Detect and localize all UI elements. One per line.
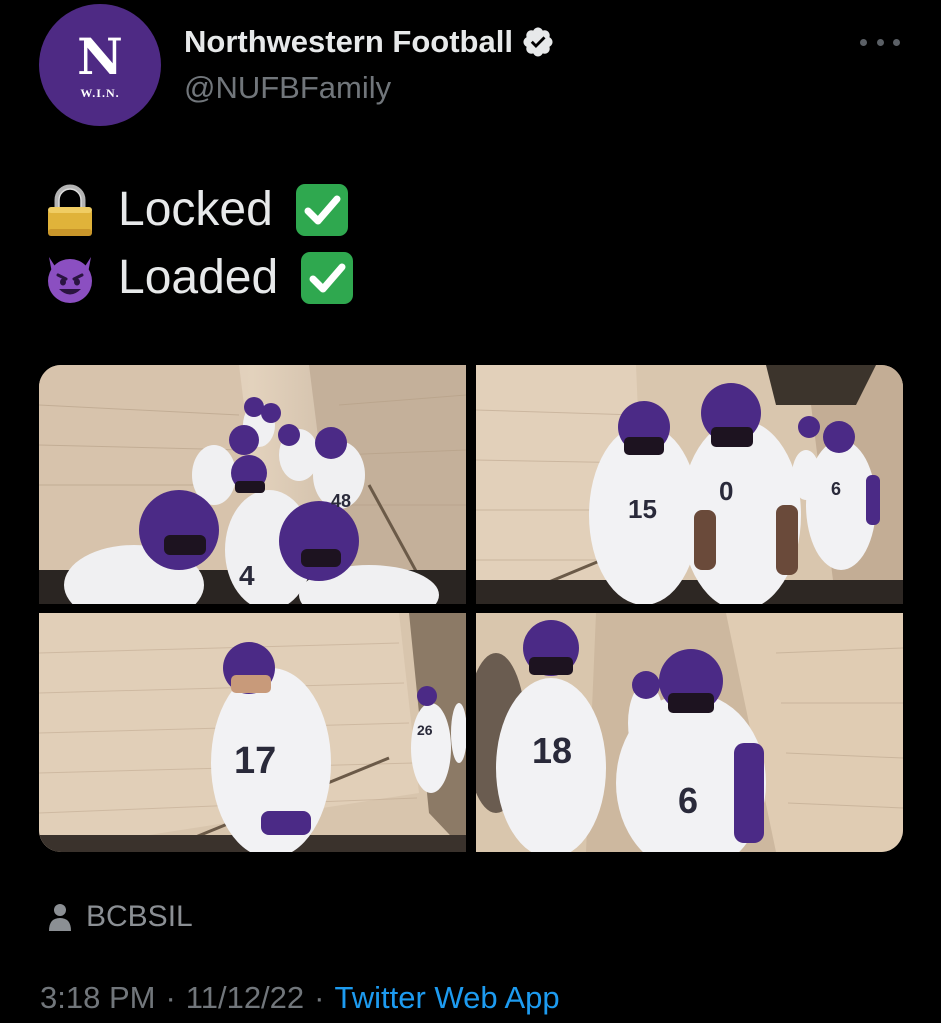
svg-text:17: 17 bbox=[234, 740, 276, 782]
players-tunnel-photo: 17 26 bbox=[39, 613, 466, 852]
svg-text:15: 15 bbox=[628, 494, 657, 524]
avatar-subtitle: W.I.N. bbox=[80, 85, 120, 100]
tweet-time[interactable]: 3:18 PM bbox=[40, 980, 155, 1016]
svg-text:48: 48 bbox=[331, 491, 351, 511]
more-options-button[interactable] bbox=[860, 30, 900, 54]
green-check-icon bbox=[295, 184, 348, 236]
tweet-text-line: Locked bbox=[44, 182, 349, 238]
lock-icon bbox=[48, 184, 92, 236]
green-check-icon bbox=[301, 252, 354, 304]
more-dot-icon bbox=[860, 38, 867, 46]
tagged-user-label: BCBSIL bbox=[86, 900, 193, 933]
svg-text:26: 26 bbox=[417, 722, 433, 738]
meta-separator: · bbox=[165, 980, 176, 1015]
svg-text:6: 6 bbox=[831, 479, 841, 499]
media-photo-4[interactable]: 18 6 bbox=[476, 613, 903, 852]
players-tunnel-photo: 15 0 6 bbox=[476, 365, 903, 604]
author-display-name[interactable]: Northwestern Football bbox=[184, 24, 513, 60]
avatar-letter: N bbox=[77, 26, 123, 86]
tweet-metadata: 3:18 PM · 11/12/22 · Twitter Web App bbox=[40, 980, 560, 1016]
players-tunnel-photo: 18 6 bbox=[476, 613, 903, 852]
tweet-text-line: Loaded bbox=[44, 250, 354, 306]
players-tunnel-photo: 4 48 bbox=[39, 365, 466, 604]
svg-text:4: 4 bbox=[239, 560, 255, 591]
tweet-text-locked: Locked bbox=[118, 183, 273, 236]
media-grid: 4 48 15 0 6 17 26 18 6 bbox=[39, 365, 903, 852]
svg-text:18: 18 bbox=[532, 730, 572, 771]
svg-text:0: 0 bbox=[719, 476, 733, 506]
media-photo-1[interactable]: 4 48 bbox=[39, 365, 466, 604]
svg-text:6: 6 bbox=[678, 780, 698, 821]
media-photo-2[interactable]: 15 0 6 bbox=[476, 365, 903, 604]
more-dot-icon bbox=[893, 38, 900, 46]
tweet-date[interactable]: 11/12/22 bbox=[186, 980, 304, 1016]
tweet-source-link[interactable]: Twitter Web App bbox=[334, 980, 559, 1016]
verified-badge-icon bbox=[523, 27, 553, 57]
media-photo-3[interactable]: 17 26 bbox=[39, 613, 466, 852]
more-dot-icon bbox=[876, 38, 884, 46]
person-icon bbox=[49, 904, 71, 931]
author-handle[interactable]: @NUFBFamily bbox=[184, 70, 391, 106]
smiling-devil-icon bbox=[48, 257, 92, 303]
author-name-row: Northwestern Football bbox=[184, 24, 555, 60]
tagged-user[interactable]: BCBSIL bbox=[48, 900, 193, 934]
meta-separator: · bbox=[314, 980, 325, 1015]
avatar[interactable]: N W.I.N. bbox=[39, 4, 161, 126]
tweet-text-loaded: Loaded bbox=[118, 251, 279, 304]
